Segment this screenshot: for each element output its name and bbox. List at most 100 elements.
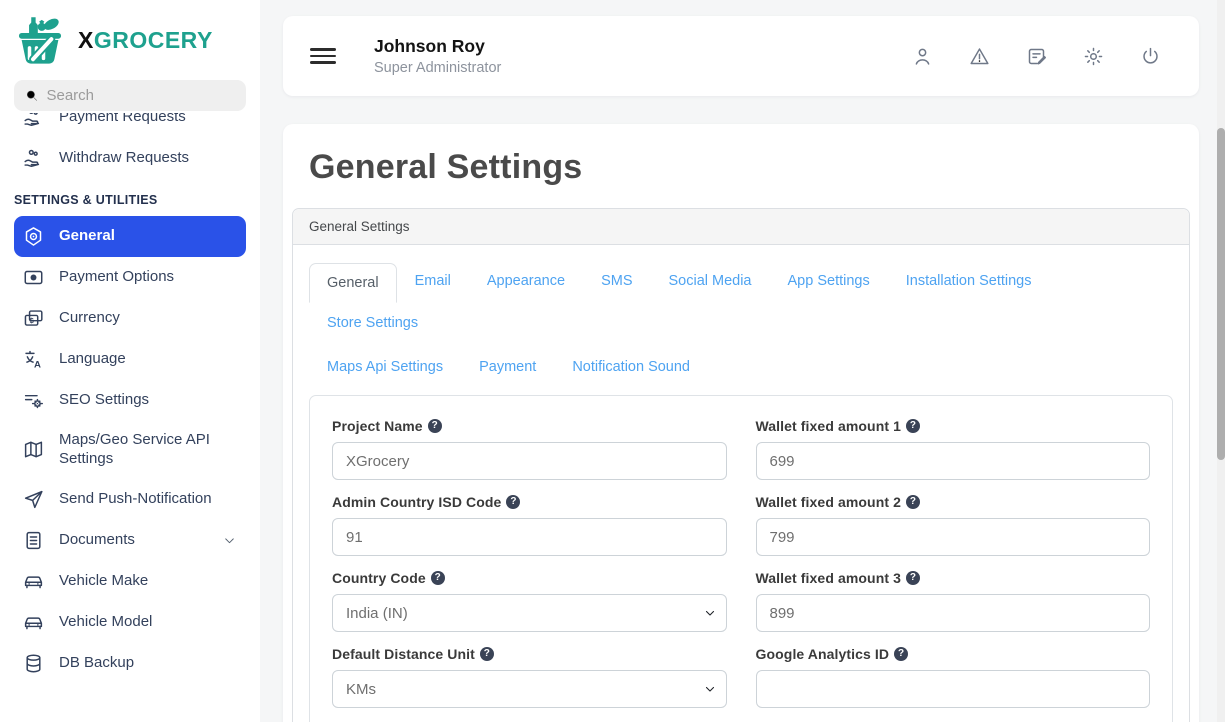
car-icon [23,571,44,592]
page-scrollbar[interactable] [1217,0,1225,722]
wallet-fixed-amount-2-input[interactable] [756,518,1151,556]
field-wallet-fixed-amount-3: Wallet fixed amount 3 ? [756,570,1151,632]
tab-sms[interactable]: SMS [583,261,650,301]
sidebar-search[interactable] [14,80,246,111]
sidebar-item-documents[interactable]: Documents [14,520,246,561]
sidebar-item-label: Payment Requests [59,113,186,127]
paper-plane-icon [23,489,44,510]
help-icon[interactable]: ? [906,419,920,433]
hand-person-icon [23,148,44,169]
sidebar-item-seo-settings[interactable]: SEO Settings [14,380,246,421]
google-analytics-id-input[interactable] [756,670,1151,708]
grocery-basket-icon [12,12,68,68]
list-gear-icon [23,390,44,411]
field-label: Wallet fixed amount 3 ? [756,570,1151,586]
sidebar-item-general[interactable]: General [14,216,246,257]
hamburger-menu-icon[interactable] [310,48,336,64]
form-column-left: Project Name ? Admin Country ISD Code ? [332,418,727,722]
sidebar-item-vehicle-make[interactable]: Vehicle Make [14,561,246,602]
translate-icon [23,349,44,370]
sidebar-item-label: Documents [59,531,208,550]
map-icon [23,439,44,460]
field-label: Google Analytics ID ? [756,646,1151,662]
tab-maps-api-settings[interactable]: Maps Api Settings [309,347,461,387]
sidebar-item-label: Vehicle Model [59,613,152,632]
field-project-name: Project Name ? [332,418,727,480]
tab-appearance[interactable]: Appearance [469,261,583,301]
sidebar-item-language[interactable]: Language [14,339,246,380]
sidebar-item-label: Language [59,350,126,369]
sidebar-item-payment-options[interactable]: Payment Options [14,257,246,298]
sidebar-item-db-backup[interactable]: DB Backup [14,643,246,684]
sidebar-menu: Payment Requests Withdraw Requests SETTI… [0,113,260,722]
content-card: General Settings General Settings Genera… [283,124,1199,722]
sidebar-item-label: Payment Options [59,268,174,287]
help-icon[interactable]: ? [506,495,520,509]
help-icon[interactable]: ? [428,419,442,433]
field-wallet-fixed-amount-2: Wallet fixed amount 2 ? [756,494,1151,556]
header-icons [904,38,1169,75]
note-edit-icon[interactable] [1018,38,1055,75]
field-label: Project Name ? [332,418,727,434]
settings-card-body: General Email Appearance SMS Social Medi… [293,245,1189,722]
help-icon[interactable]: ? [894,647,908,661]
sidebar-item-vehicle-model[interactable]: Vehicle Model [14,602,246,643]
search-input[interactable] [46,87,235,104]
user-block[interactable]: Johnson Roy Super Administrator [374,36,501,76]
gear-icon[interactable] [1075,38,1112,75]
help-icon[interactable]: ? [906,571,920,585]
power-icon[interactable] [1132,38,1169,75]
alert-triangle-icon[interactable] [961,38,998,75]
tab-notification-sound[interactable]: Notification Sound [554,347,708,387]
wallet-fixed-amount-1-input[interactable] [756,442,1151,480]
user-icon[interactable] [904,38,941,75]
admin-country-isd-code-input[interactable] [332,518,727,556]
default-distance-unit-select[interactable]: KMs [332,670,727,708]
sidebar-item-withdraw-requests[interactable]: Withdraw Requests [14,138,246,179]
field-label: Wallet fixed amount 2 ? [756,494,1151,510]
country-code-select[interactable]: India (IN) [332,594,727,632]
main-area: Johnson Roy Super Administrator General … [260,0,1225,722]
sidebar-item-send-push-notification[interactable]: Send Push-Notification [14,479,246,520]
settings-card: General Settings General Email Appearanc… [292,208,1190,722]
sidebar-item-label: Vehicle Make [59,572,148,591]
document-icon [23,530,44,551]
chevron-down-icon [223,534,236,547]
help-icon[interactable]: ? [906,495,920,509]
brand-text: XGROCERY [78,27,213,54]
tab-payment[interactable]: Payment [461,347,554,387]
field-country-code: Country Code ? India (IN) [332,570,727,632]
tab-store-settings[interactable]: Store Settings [309,303,436,343]
banknotes-icon [23,308,44,329]
database-icon [23,653,44,674]
hexagon-gear-icon [23,226,44,247]
scrollbar-thumb[interactable] [1217,128,1225,460]
sidebar-item-maps-geo-api-settings[interactable]: Maps/Geo Service API Settings [14,421,246,479]
field-label: Wallet fixed amount 1 ? [756,418,1151,434]
wallet-fixed-amount-3-input[interactable] [756,594,1151,632]
field-admin-country-isd-code: Admin Country ISD Code ? [332,494,727,556]
car-icon [23,612,44,633]
tab-email[interactable]: Email [397,261,469,301]
sidebar-item-currency[interactable]: Currency [14,298,246,339]
user-role: Super Administrator [374,60,501,76]
hand-coins-icon [23,113,44,128]
help-icon[interactable]: ? [431,571,445,585]
help-icon[interactable]: ? [480,647,494,661]
sidebar-item-payment-requests[interactable]: Payment Requests [14,113,246,138]
app-root: XGROCERY Payment Requests Withdraw Reque… [0,0,1225,722]
general-settings-form: Project Name ? Admin Country ISD Code ? [309,395,1173,722]
field-wallet-fixed-amount-1: Wallet fixed amount 1 ? [756,418,1151,480]
field-label: Admin Country ISD Code ? [332,494,727,510]
user-name: Johnson Roy [374,36,501,57]
sidebar: XGROCERY Payment Requests Withdraw Reque… [0,0,260,722]
tab-app-settings[interactable]: App Settings [770,261,888,301]
project-name-input[interactable] [332,442,727,480]
form-column-right: Wallet fixed amount 1 ? Wallet fixed amo… [756,418,1151,722]
tab-installation-settings[interactable]: Installation Settings [888,261,1050,301]
tab-social-media[interactable]: Social Media [650,261,769,301]
tab-general[interactable]: General [309,263,397,303]
sidebar-section-settings-utilities: SETTINGS & UTILITIES [0,179,260,216]
sidebar-item-label: General [59,227,115,246]
brand-logo[interactable]: XGROCERY [0,0,260,78]
